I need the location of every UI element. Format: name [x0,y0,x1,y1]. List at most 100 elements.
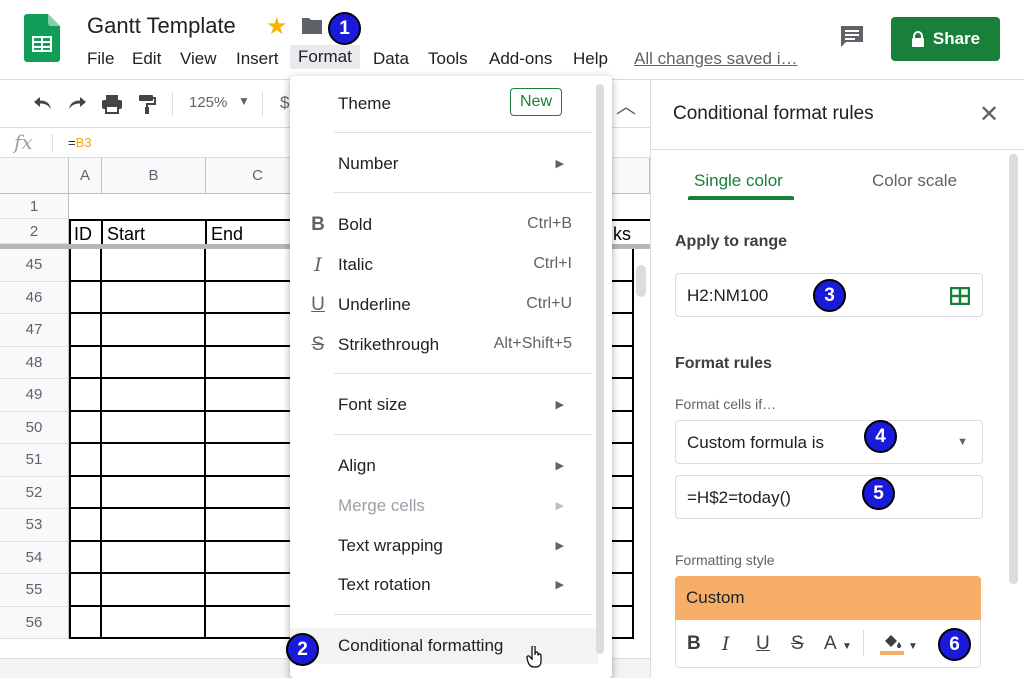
underline-icon[interactable]: U [756,633,770,655]
menu-item-bold[interactable]: B Bold Ctrl+B [290,207,598,243]
grid-scrollbar[interactable] [636,265,646,297]
table-cell[interactable] [69,541,102,574]
table-cell[interactable] [102,574,206,607]
menu-addons[interactable]: Add-ons [489,49,552,69]
row-header-2[interactable]: 2 [0,219,69,244]
folder-icon[interactable] [300,16,324,36]
row-header[interactable]: 48 [0,346,69,379]
column-header-b[interactable]: B [102,158,206,194]
row-header[interactable]: 45 [0,249,69,282]
row-header[interactable]: 50 [0,411,69,444]
menu-insert[interactable]: Insert [236,49,279,69]
paint-format-icon[interactable] [137,94,157,114]
menu-item-number[interactable]: Number ▶ [290,146,598,182]
bold-icon[interactable]: B [687,633,701,655]
table-cell[interactable] [102,411,206,444]
table-cell[interactable] [69,476,102,509]
table-cell[interactable] [69,314,102,347]
tab-color-scale[interactable]: Color scale [872,171,957,191]
formula-input-field[interactable]: =H$2=today() [675,475,983,519]
chevron-up-icon[interactable]: ︿ [616,90,636,119]
menu-file[interactable]: File [87,49,114,69]
table-cell[interactable] [102,509,206,542]
print-icon[interactable] [101,94,123,114]
currency-button[interactable]: $ [280,93,289,113]
document-title[interactable]: Gantt Template [87,13,236,39]
table-cell[interactable] [69,606,102,639]
column-header-a[interactable]: A [69,158,102,194]
table-cell[interactable] [102,476,206,509]
row-header[interactable]: 56 [0,606,69,639]
star-icon[interactable]: ★ [266,12,288,41]
text-color-icon[interactable]: A [824,633,837,655]
table-cell[interactable] [69,411,102,444]
table-cell[interactable] [102,314,206,347]
table-cell[interactable] [69,574,102,607]
close-icon[interactable]: ✕ [979,100,999,129]
table-cell[interactable] [102,444,206,477]
row-header[interactable]: 47 [0,314,69,347]
header-cell-id[interactable]: ID [74,224,92,245]
header-cell-tasks[interactable]: ks [613,224,631,245]
share-button[interactable]: Share [891,17,1000,61]
strikethrough-icon[interactable]: S [791,633,804,655]
panel-scrollbar[interactable] [1009,154,1018,584]
chevron-down-icon[interactable]: ▼ [238,94,250,108]
table-cell[interactable] [69,249,102,282]
menu-scrollbar[interactable] [596,84,604,654]
step-badge-3: 3 [813,279,846,312]
table-cell[interactable] [102,249,206,282]
table-cell[interactable] [69,379,102,412]
row-header[interactable]: 46 [0,281,69,314]
header-cell-start[interactable]: Start [107,224,145,245]
menu-item-italic[interactable]: I Italic Ctrl+I [290,247,598,283]
row-header[interactable]: 51 [0,444,69,477]
menu-item-text-rotation[interactable]: Text rotation ▶ [290,567,598,603]
menu-item-theme[interactable]: Theme New [290,86,598,122]
submenu-arrow-icon: ▶ [555,500,564,512]
zoom-select[interactable]: 125% [189,94,227,111]
menu-item-align[interactable]: Align ▶ [290,448,598,484]
menu-tools[interactable]: Tools [428,49,468,69]
formula-input[interactable]: =B3 [68,135,92,150]
menu-edit[interactable]: Edit [132,49,161,69]
table-cell[interactable] [69,509,102,542]
row-header-1[interactable]: 1 [0,194,69,219]
menu-data[interactable]: Data [373,49,409,69]
row-header[interactable]: 52 [0,476,69,509]
sheets-logo-icon[interactable] [24,14,60,62]
table-cell[interactable] [69,346,102,379]
table-cell[interactable] [69,444,102,477]
menu-item-conditional-formatting[interactable]: Conditional formatting [290,628,598,668]
select-all-corner[interactable] [0,158,69,194]
row-header[interactable]: 54 [0,541,69,574]
menu-item-strikethrough[interactable]: S Strikethrough Alt+Shift+5 [290,327,598,363]
table-cell[interactable] [102,606,206,639]
table-cell[interactable] [69,281,102,314]
comment-icon[interactable] [838,24,866,50]
menu-format[interactable]: Format [290,45,360,69]
table-cell[interactable] [102,281,206,314]
fill-color-icon[interactable] [880,632,906,656]
redo-icon[interactable] [66,94,88,112]
undo-icon[interactable] [32,94,54,112]
condition-select[interactable]: Custom formula is ▼ [675,420,983,464]
menu-item-font-size[interactable]: Font size ▶ [290,387,598,423]
menu-help[interactable]: Help [573,49,608,69]
save-status-link[interactable]: All changes saved i… [634,49,797,69]
table-cell[interactable] [102,346,206,379]
row-header[interactable]: 49 [0,379,69,412]
style-preview[interactable]: Custom [675,576,981,620]
table-cell[interactable] [102,541,206,574]
grid-select-icon[interactable] [950,287,970,305]
menu-view[interactable]: View [180,49,217,69]
tab-single-color[interactable]: Single color [694,171,783,191]
menu-item-text-wrapping[interactable]: Text wrapping ▶ [290,528,598,564]
row-header[interactable]: 55 [0,574,69,607]
table-cell[interactable] [102,379,206,412]
row-header[interactable]: 53 [0,509,69,542]
header-cell-end[interactable]: End [211,224,243,245]
menu-item-underline[interactable]: U Underline Ctrl+U [290,287,598,323]
italic-icon[interactable]: I [722,633,730,655]
toolbar-divider [863,630,864,656]
